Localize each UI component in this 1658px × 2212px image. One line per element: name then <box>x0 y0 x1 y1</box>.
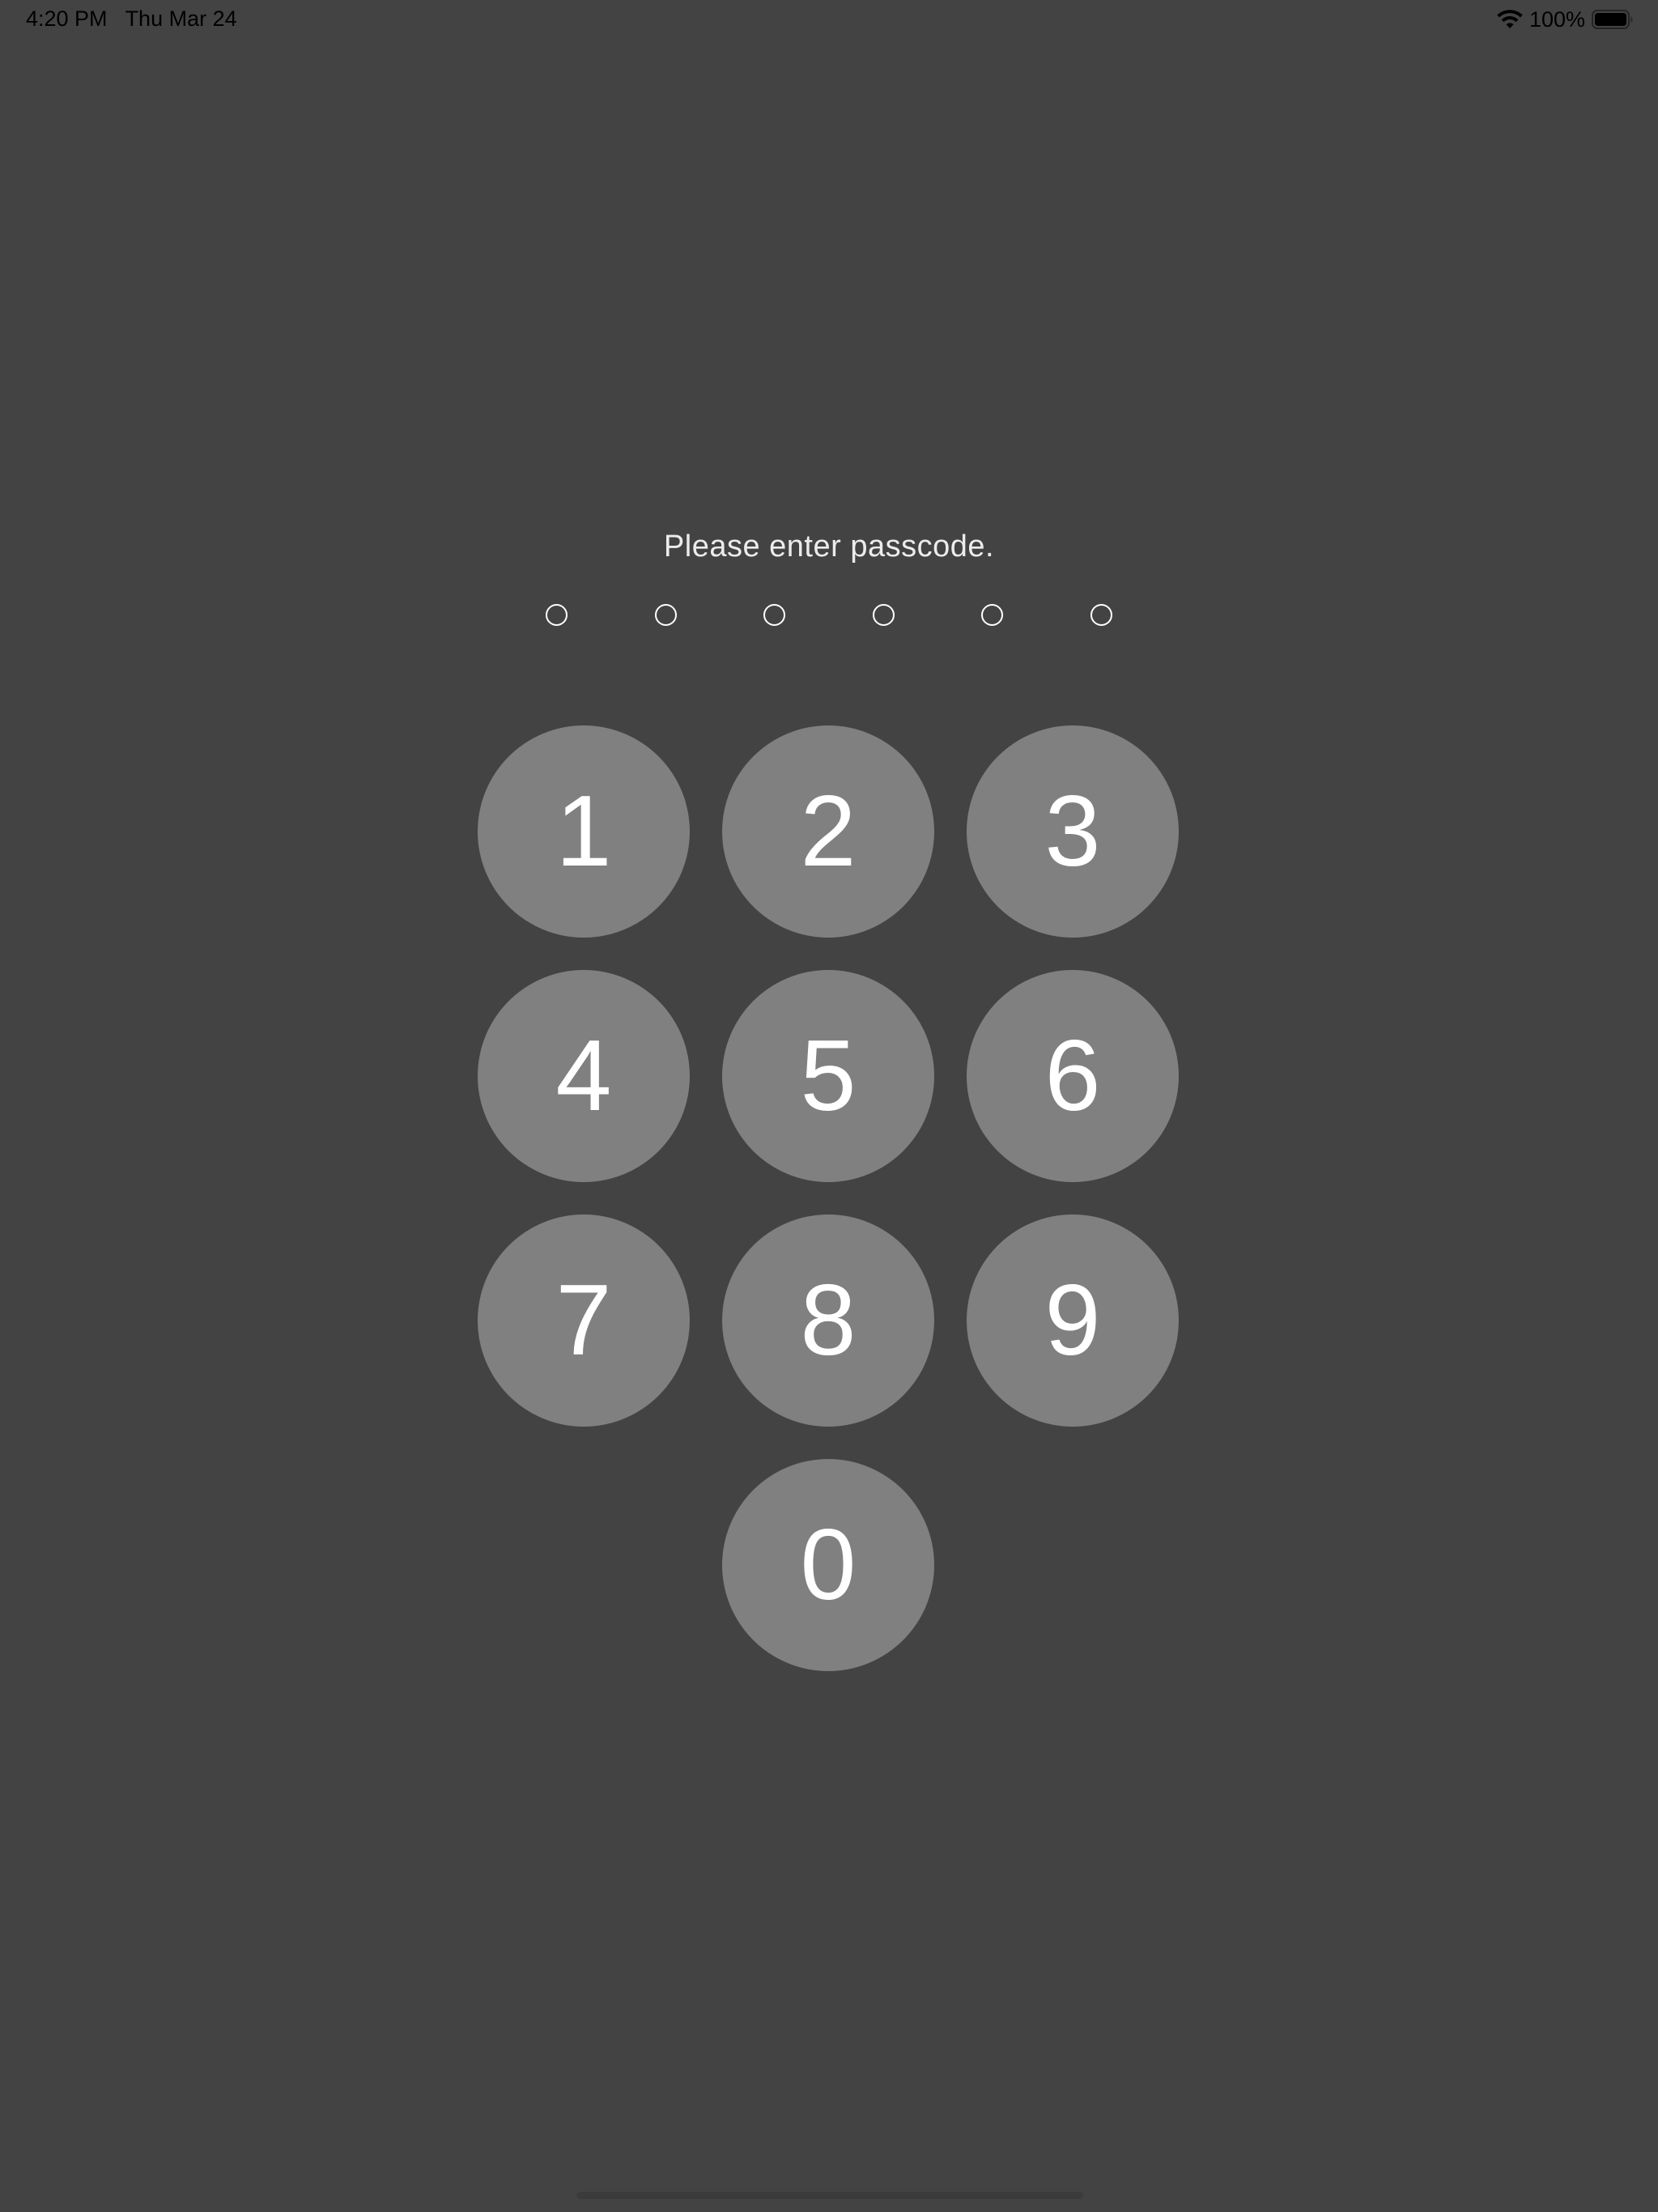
status-bar: 4:20 PM Thu Mar 24 100% <box>0 0 1658 39</box>
keypad-key-8[interactable]: 8 <box>722 1214 934 1427</box>
keypad-key-label: 1 <box>555 776 612 887</box>
battery-percent: 100% <box>1528 6 1585 32</box>
keypad-key-4[interactable]: 4 <box>478 970 690 1182</box>
home-indicator[interactable] <box>576 2192 1083 2199</box>
keypad-key-label: 2 <box>800 776 857 887</box>
keypad-key-1[interactable]: 1 <box>478 725 690 938</box>
wifi-icon <box>1497 10 1523 28</box>
keypad-key-label: 5 <box>800 1020 857 1132</box>
keypad-key-5[interactable]: 5 <box>722 970 934 1182</box>
keypad-key-label: 8 <box>800 1265 857 1376</box>
keypad-key-3[interactable]: 3 <box>967 725 1179 938</box>
status-time: 4:20 PM <box>26 6 108 31</box>
passcode-prompt: Please enter passcode. <box>663 530 995 564</box>
keypad-key-label: 6 <box>1044 1020 1101 1132</box>
keypad-key-6[interactable]: 6 <box>967 970 1179 1182</box>
passcode-dot <box>763 604 785 626</box>
keypad-key-7[interactable]: 7 <box>478 1214 690 1427</box>
keypad-key-label: 4 <box>555 1020 612 1132</box>
passcode-dot <box>872 604 895 626</box>
status-indicators: 100% <box>1497 6 1634 32</box>
keypad-key-2[interactable]: 2 <box>722 725 934 938</box>
keypad-key-label: 7 <box>555 1265 612 1376</box>
battery-icon <box>1592 10 1633 29</box>
passcode-dots <box>0 602 1658 629</box>
keypad-key-label: 3 <box>1044 776 1101 887</box>
keypad-key-9[interactable]: 9 <box>967 1214 1179 1427</box>
passcode-dot <box>981 604 1003 626</box>
passcode-dot <box>546 604 568 626</box>
keypad-key-label: 9 <box>1044 1265 1101 1376</box>
passcode-dot <box>1090 604 1112 626</box>
passcode-dot <box>654 604 677 626</box>
status-date: Thu Mar 24 <box>125 6 237 31</box>
status-time-date: 4:20 PM Thu Mar 24 <box>26 6 237 32</box>
keypad-key-0[interactable]: 0 <box>722 1459 934 1671</box>
keypad-key-label: 0 <box>800 1509 857 1621</box>
